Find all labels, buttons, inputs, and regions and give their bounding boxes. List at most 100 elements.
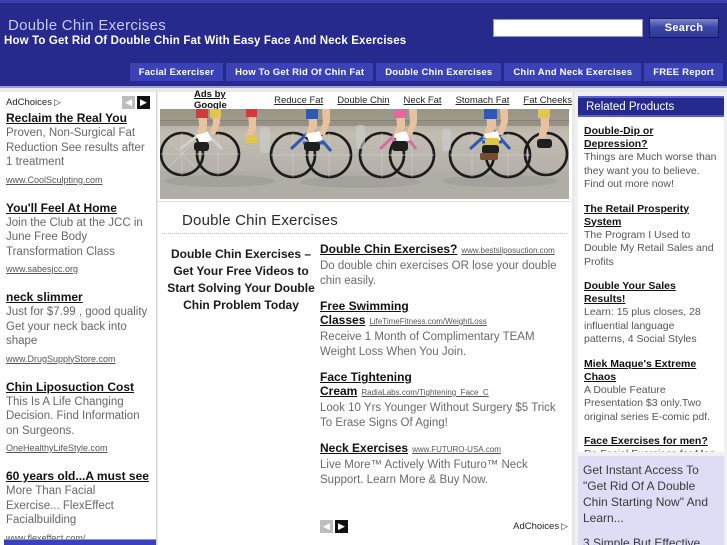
center-ad-head: Double Chin Exercises? www.bestsliposucti… (320, 242, 568, 258)
nav-item-double-chin-exercises[interactable]: Double Chin Exercises (376, 63, 502, 81)
nav-item-facial-exerciser[interactable]: Facial Exerciser (129, 63, 224, 81)
left-ad-item: 60 years old...A must see More Than Faci… (0, 469, 156, 545)
page-root: Double Chin Exercises How To Get Rid Of … (0, 0, 727, 545)
related-products-list: Double-Dip or Depression? Things are Muc… (578, 117, 724, 452)
product-description: Learn: 15 plus closes, 28 influential la… (584, 306, 701, 345)
ad-title[interactable]: neck slimmer (6, 290, 150, 304)
left-adchoices-bar: AdChoices ▷ ◀ ▶ (0, 92, 156, 111)
center-ad-head: Neck Exercises www.FUTURO-USA.com (320, 441, 568, 457)
left-ad-pager: ◀ ▶ (122, 96, 150, 109)
sidebar-promo-block: Get Instant Access To "Get Rid Of A Doub… (578, 456, 724, 545)
center-ad-footer: ◀ ▶ AdChoices ▷ (320, 520, 568, 533)
nav-item-chin-and-neck-exercises[interactable]: Chin And Neck Exercises (504, 63, 642, 81)
ad-url[interactable]: www.sabesjcc.org (6, 264, 78, 274)
ad-title[interactable]: You'll Feel At Home (6, 201, 150, 215)
page-title: Double Chin Exercises (182, 212, 338, 229)
gads-link-double-chin[interactable]: Double Chin (337, 95, 389, 106)
product-description: The Program I Used to Double My Retail S… (584, 228, 714, 268)
ad-title[interactable]: Chin Liposuction Cost (6, 380, 150, 394)
promo-line[interactable]: Get Instant Access To "Get Rid Of A Doub… (583, 462, 719, 526)
nav-item-free-report[interactable]: FREE Report (644, 63, 723, 81)
ad-url[interactable]: www.DrugSupplyStore.com (6, 354, 116, 364)
ad-url[interactable]: LifeTimeFitness.com/WeightLoss (369, 317, 486, 326)
search-area: Search (493, 18, 719, 38)
adchoices-triangle-icon: ▷ (53, 97, 61, 107)
related-product-item: Miek Maque's Extreme Chaos A Double Feat… (584, 358, 718, 425)
left-ad-item: Chin Liposuction Cost This Is A Life Cha… (0, 380, 156, 457)
product-description: Things are Much worse than they want you… (584, 151, 717, 190)
content-divider (158, 201, 572, 202)
ad-title[interactable]: Reclaim the Real You (6, 111, 150, 125)
related-products-sidebar: Related Products Double-Dip or Depressio… (575, 92, 727, 545)
center-ad-item: Neck Exercises www.FUTURO-USA.com Live Mo… (320, 441, 568, 487)
hero-banner-image (160, 109, 569, 199)
related-product-item: Double Your Sales Results! Learn: 15 plu… (584, 280, 718, 347)
ad-description: Proven, Non-Surgical Fat Reduction See r… (6, 127, 145, 168)
ad-description: Just for $7.99 , good quality Get your n… (6, 306, 148, 347)
related-product-item: The Retail Prosperity System The Program… (584, 203, 718, 270)
ad-title[interactable]: 60 years old...A must see (6, 469, 150, 483)
product-title[interactable]: Double Your Sales Results! (584, 280, 718, 306)
center-ad-head: Face Tightening Cream RadiaLabs.com/Tight… (320, 370, 568, 400)
gads-link-stomach-fat[interactable]: Stomach Fat (456, 95, 510, 106)
next-arrow-icon[interactable]: ▶ (335, 520, 348, 533)
ad-url[interactable]: www.FUTURO-USA.com (412, 445, 501, 454)
adchoices-label[interactable]: AdChoices ▷ (6, 97, 61, 108)
related-products-title: Related Products (578, 96, 724, 117)
product-title[interactable]: Face Exercises for men? (584, 435, 718, 448)
main-content: Ads by Google Reduce Fat Double Chin Nec… (158, 89, 572, 545)
ad-description: This Is A Life Changing Decision. Find I… (6, 395, 140, 437)
ad-url[interactable]: OneHealthyLifeStyle.com (6, 443, 108, 453)
prev-arrow-icon[interactable]: ◀ (122, 96, 135, 109)
ad-description: Do double chin exercises OR lose your do… (320, 260, 557, 287)
product-title[interactable]: Double-Dip or Depression? (584, 125, 718, 151)
ad-description: Receive 1 Month of Complimentary TEAM We… (320, 331, 535, 358)
center-ad-item: Double Chin Exercises? www.bestsliposucti… (320, 242, 568, 288)
page-title-rule (162, 233, 567, 234)
google-ads-bar: Ads by Google Reduce Fat Double Chin Nec… (158, 89, 572, 111)
left-ad-item: You'll Feel At Home Join the Club at the… (0, 201, 156, 278)
gads-link-fat-cheeks[interactable]: Fat Cheeks (523, 95, 572, 106)
center-ad-pager: ◀ ▶ (320, 520, 348, 533)
product-description: A Double Feature Presentation $3 only.Tw… (584, 383, 711, 423)
product-description: Do Facial Exercises for Men really work?… (584, 448, 718, 452)
center-ad-item: Face Tightening Cream RadiaLabs.com/Tight… (320, 370, 568, 430)
product-title[interactable]: The Retail Prosperity System (584, 203, 718, 229)
main-navigation: Facial Exerciser How To Get Rid Of Chin … (0, 58, 727, 88)
left-ad-item: neck slimmer Just for $7.99 , good quali… (0, 290, 156, 367)
site-header: Double Chin Exercises How To Get Rid Of … (0, 0, 727, 58)
site-title: Double Chin Exercises (8, 17, 167, 34)
center-ad-block: Double Chin Exercises? www.bestsliposucti… (320, 242, 568, 498)
adchoices-text: AdChoices (513, 521, 560, 532)
ad-description: More Than Facial Exercise... FlexEffect … (6, 485, 114, 526)
left-ad-item: Reclaim the Real You Proven, Non-Surgica… (0, 111, 156, 188)
ad-title[interactable]: Double Chin Exercises? (320, 242, 457, 256)
ad-description: Live More™ Actively With Futuro™ Neck Su… (320, 459, 528, 486)
nav-item-how-to-get-rid-of-chin-fat[interactable]: How To Get Rid Of Chin Fat (226, 63, 374, 81)
ad-url[interactable]: RadiaLabs.com/Tightening_Face_C (361, 388, 488, 397)
gads-link-neck-fat[interactable]: Neck Fat (404, 95, 442, 106)
gads-link-reduce-fat[interactable]: Reduce Fat (274, 95, 323, 106)
ad-description: Look 10 Yrs Younger Without Surgery $5 T… (320, 402, 556, 429)
site-tagline: How To Get Rid Of Double Chin Fat With E… (4, 35, 407, 47)
search-input[interactable] (493, 19, 643, 37)
adchoices-text: AdChoices (6, 97, 52, 108)
promo-headline: Double Chin Exercises – Get Your Free Vi… (167, 247, 315, 312)
ad-url[interactable]: www.bestsliposuction.com (461, 246, 554, 255)
related-product-item: Face Exercises for men? Do Facial Exerci… (584, 435, 718, 452)
ad-url[interactable]: www.CoolSculpting.com (6, 175, 103, 185)
adchoices-label[interactable]: AdChoices ▷ (513, 521, 568, 532)
search-button[interactable]: Search (649, 18, 719, 38)
left-bottom-accent-bar (4, 539, 156, 545)
cyclists-illustration (160, 109, 569, 199)
center-ad-item: Free Swimming Classes LifeTimeFitness.com… (320, 299, 568, 359)
promo-line[interactable]: 3 Simple But Effective Exercises To Elim… (583, 535, 719, 545)
left-ad-sidebar: AdChoices ▷ ◀ ▶ Reclaim the Real You Prov… (0, 92, 157, 545)
product-title[interactable]: Miek Maque's Extreme Chaos (584, 358, 718, 384)
prev-arrow-icon[interactable]: ◀ (320, 520, 333, 533)
adchoices-triangle-icon: ▷ (561, 521, 568, 531)
ad-description: Join the Club at the JCC in June Free Bo… (6, 216, 143, 258)
next-arrow-icon[interactable]: ▶ (137, 96, 150, 109)
related-product-item: Double-Dip or Depression? Things are Muc… (584, 125, 718, 192)
ad-title[interactable]: Neck Exercises (320, 441, 408, 455)
